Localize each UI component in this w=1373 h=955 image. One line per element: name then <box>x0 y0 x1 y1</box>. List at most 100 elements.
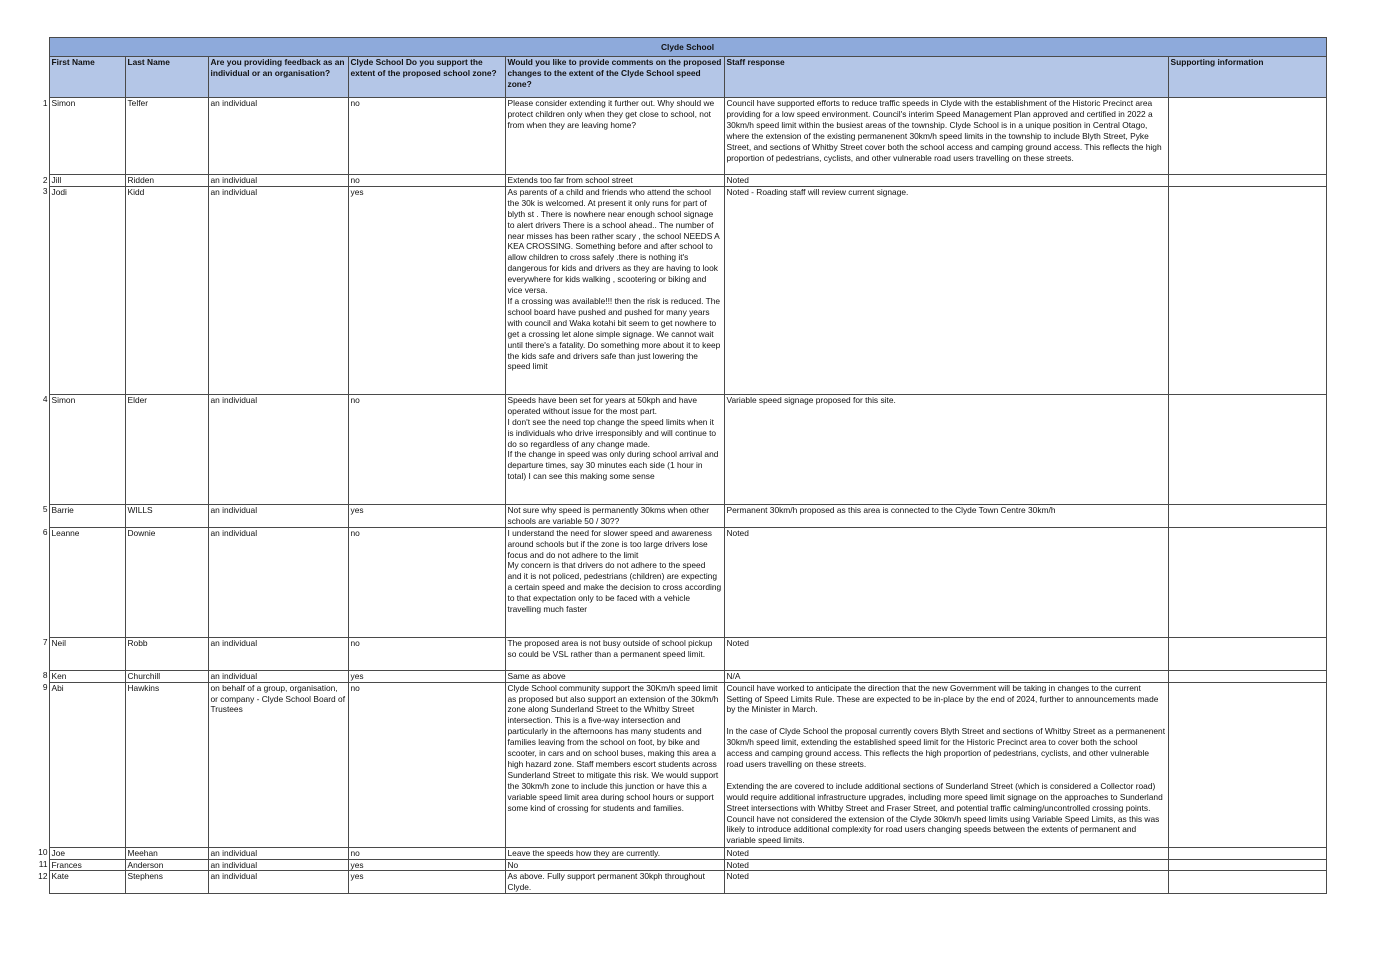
row-number[interactable]: 4 <box>34 394 50 505</box>
cell-comment[interactable]: Speeds have been set for years at 50kph … <box>504 393 725 505</box>
cell-support[interactable]: yes <box>347 669 506 683</box>
cell-staff-response[interactable]: Noted <box>723 636 1169 671</box>
cell-support[interactable]: no <box>347 393 506 505</box>
cell-last-name[interactable]: Elder <box>124 393 209 505</box>
cell-feedback-type[interactable]: an individual <box>207 636 349 671</box>
cell-support[interactable]: no <box>347 636 506 671</box>
cell-first-name[interactable]: Leanne <box>48 526 126 638</box>
cell-support[interactable]: no <box>347 526 506 638</box>
cell-support[interactable]: no <box>347 97 506 175</box>
cell-last-name[interactable]: Downie <box>124 526 209 638</box>
cell-comment[interactable]: I understand the need for slower speed a… <box>504 526 725 638</box>
row-number[interactable]: 11 <box>34 859 50 871</box>
cell-staff-response[interactable]: Noted <box>723 846 1169 860</box>
cell-supporting-info[interactable] <box>1167 858 1327 872</box>
cell-supporting-info[interactable] <box>1167 393 1327 505</box>
cell-staff-response[interactable]: Noted <box>723 526 1169 638</box>
cell-last-name[interactable]: Stephens <box>124 870 209 895</box>
cell-first-name[interactable]: Abi <box>48 681 126 848</box>
row-number[interactable]: 3 <box>34 186 50 395</box>
cell-support[interactable]: no <box>347 846 506 860</box>
cell-staff-response[interactable]: Noted <box>723 870 1169 895</box>
cell-supporting-info[interactable] <box>1167 870 1327 895</box>
cell-staff-response[interactable]: Permanent 30km/h proposed as this area i… <box>723 503 1169 528</box>
cell-comment[interactable]: Please consider extending it further out… <box>504 97 725 175</box>
cell-comment[interactable]: Clyde School community support the 30Km/… <box>504 681 725 848</box>
cell-feedback-type[interactable]: an individual <box>207 393 349 505</box>
cell-support[interactable]: yes <box>347 870 506 895</box>
cell-first-name[interactable]: Kate <box>48 870 126 895</box>
cell-staff-response[interactable]: Council have supported efforts to reduce… <box>723 97 1169 175</box>
row-number[interactable]: 9 <box>34 682 50 848</box>
row-number[interactable]: 12 <box>34 870 50 894</box>
cell-supporting-info[interactable] <box>1167 846 1327 860</box>
cell-support[interactable]: yes <box>347 503 506 528</box>
cell-supporting-info[interactable] <box>1167 669 1327 683</box>
cell-comment[interactable]: No <box>504 858 725 872</box>
cell-feedback-type[interactable]: an individual <box>207 526 349 638</box>
row-number[interactable]: 2 <box>34 174 50 187</box>
cell-first-name[interactable]: Neil <box>48 636 126 671</box>
cell-first-name[interactable]: Simon <box>48 393 126 505</box>
cell-comment[interactable]: As above. Fully support permanent 30kph … <box>504 870 725 895</box>
row-number[interactable]: 7 <box>34 637 50 671</box>
cell-comment[interactable]: Not sure why speed is permanently 30kms … <box>504 503 725 528</box>
cell-supporting-info[interactable] <box>1167 185 1327 395</box>
cell-last-name[interactable]: Robb <box>124 636 209 671</box>
cell-feedback-type[interactable]: an individual <box>207 858 349 872</box>
cell-first-name[interactable]: Simon <box>48 97 126 175</box>
cell-feedback-type[interactable]: an individual <box>207 503 349 528</box>
column-header-first-name: First Name <box>48 56 126 98</box>
row-number[interactable]: 6 <box>34 527 50 638</box>
cell-staff-response[interactable]: N/A <box>723 669 1169 683</box>
cell-first-name[interactable]: Joe <box>48 846 126 860</box>
cell-last-name[interactable]: Telfer <box>124 97 209 175</box>
cell-last-name[interactable]: Kidd <box>124 185 209 395</box>
cell-comment[interactable]: Same as above <box>504 669 725 683</box>
cell-first-name[interactable]: Frances <box>48 858 126 872</box>
row-number[interactable]: 8 <box>34 670 50 683</box>
cell-last-name[interactable]: Ridden <box>124 174 209 187</box>
cell-support[interactable]: yes <box>347 185 506 395</box>
cell-staff-response[interactable]: Noted - Roading staff will review curren… <box>723 185 1169 395</box>
cell-staff-response[interactable]: Council have worked to anticipate the di… <box>723 681 1169 848</box>
cell-first-name[interactable]: Barrie <box>48 503 126 528</box>
cell-comment[interactable]: Leave the speeds how they are currently. <box>504 846 725 860</box>
row-number[interactable]: 10 <box>34 847 50 860</box>
row-number[interactable]: 5 <box>34 504 50 528</box>
cell-last-name[interactable]: Meehan <box>124 846 209 860</box>
cell-staff-response[interactable]: Noted <box>723 174 1169 187</box>
cell-staff-response[interactable]: Noted <box>723 858 1169 872</box>
table-row: 12 Kate Stephens an individual yes As above. … <box>34 870 1327 895</box>
cell-first-name[interactable]: Jodi <box>48 185 126 395</box>
cell-supporting-info[interactable] <box>1167 636 1327 671</box>
table-row: 9 Abi Hawkins on behalf of a group, organis… <box>34 681 1327 848</box>
cell-feedback-type[interactable]: an individual <box>207 870 349 895</box>
cell-support[interactable]: no <box>347 174 506 187</box>
cell-supporting-info[interactable] <box>1167 503 1327 528</box>
cell-comment[interactable]: Extends too far from school street <box>504 174 725 187</box>
cell-last-name[interactable]: Churchill <box>124 669 209 683</box>
cell-supporting-info[interactable] <box>1167 681 1327 848</box>
row-number[interactable]: 1 <box>34 97 50 175</box>
cell-first-name[interactable]: Ken <box>48 669 126 683</box>
column-header-supporting-info: Supporting information <box>1167 56 1327 98</box>
cell-staff-response[interactable]: Variable speed signage proposed for this… <box>723 393 1169 505</box>
cell-first-name[interactable]: Jill <box>48 174 126 187</box>
cell-support[interactable]: yes <box>347 858 506 872</box>
cell-feedback-type[interactable]: an individual <box>207 669 349 683</box>
cell-last-name[interactable]: Anderson <box>124 858 209 872</box>
cell-supporting-info[interactable] <box>1167 526 1327 638</box>
cell-feedback-type[interactable]: on behalf of a group, organisation, or c… <box>207 681 349 848</box>
cell-feedback-type[interactable]: an individual <box>207 174 349 187</box>
cell-supporting-info[interactable] <box>1167 97 1327 175</box>
cell-supporting-info[interactable] <box>1167 174 1327 187</box>
cell-feedback-type[interactable]: an individual <box>207 846 349 860</box>
cell-feedback-type[interactable]: an individual <box>207 97 349 175</box>
cell-feedback-type[interactable]: an individual <box>207 185 349 395</box>
cell-last-name[interactable]: Hawkins <box>124 681 209 848</box>
cell-support[interactable]: no <box>347 681 506 848</box>
cell-comment[interactable]: The proposed area is not busy outside of… <box>504 636 725 671</box>
cell-comment[interactable]: As parents of a child and friends who at… <box>504 185 725 395</box>
cell-last-name[interactable]: WILLS <box>124 503 209 528</box>
